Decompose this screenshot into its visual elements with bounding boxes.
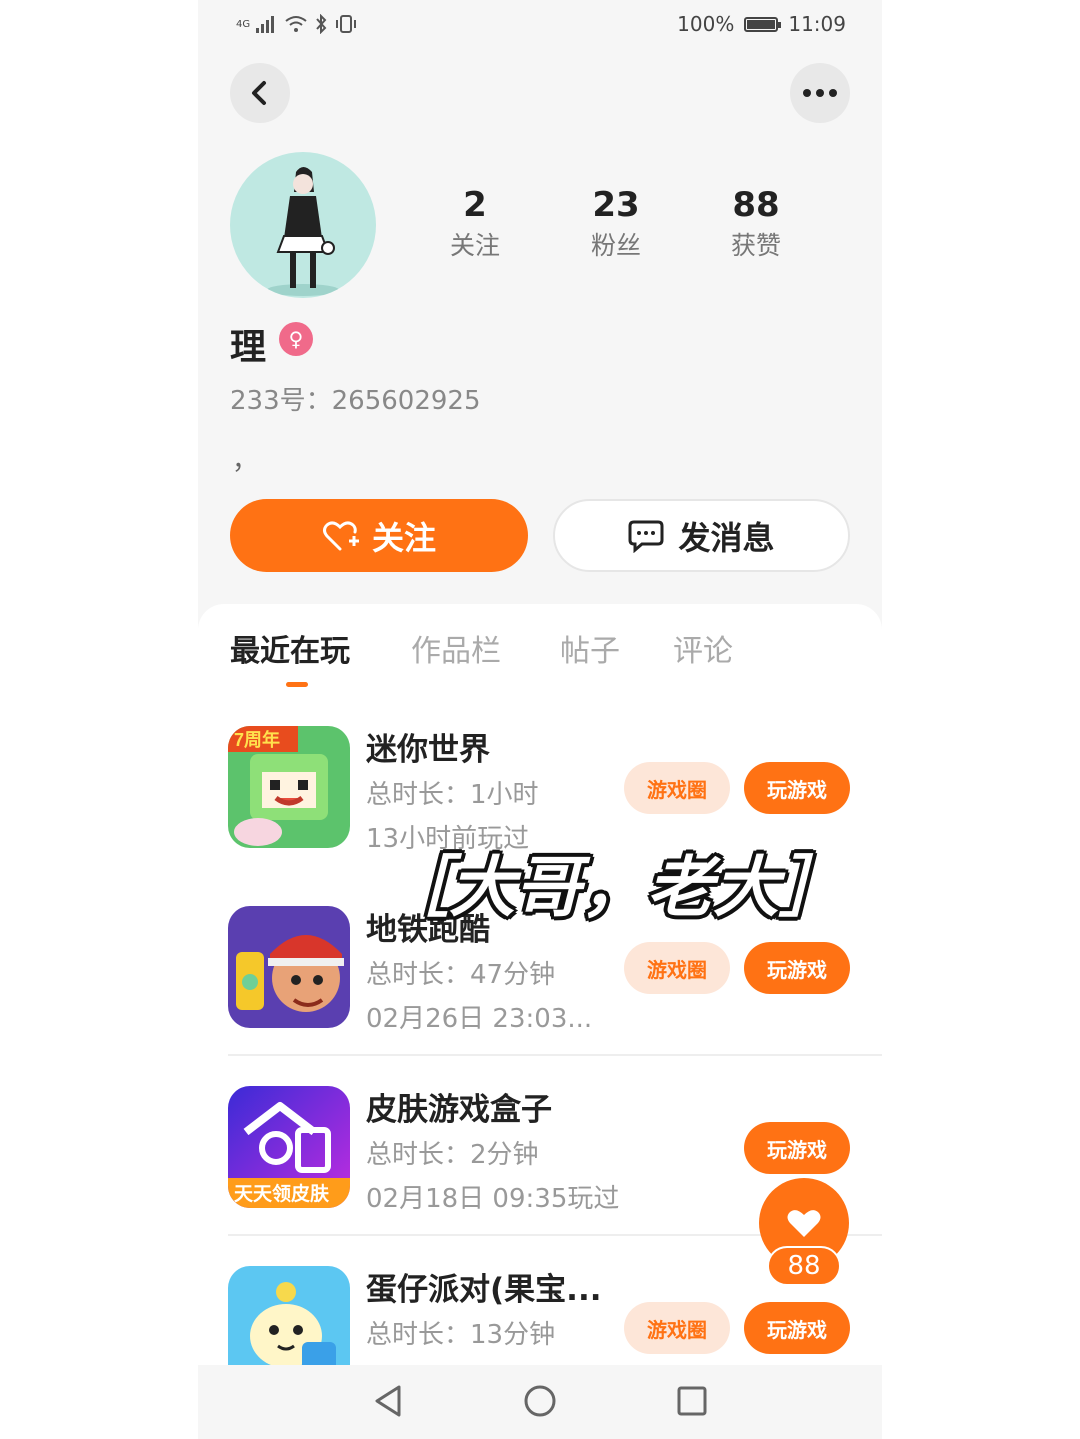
- user-id: 233号：265602925: [230, 386, 481, 416]
- play-game-button[interactable]: 玩游戏: [744, 942, 850, 994]
- game-name: 蛋仔派对(果宝...: [366, 1272, 602, 1308]
- stat-following[interactable]: 2 关注: [425, 184, 525, 266]
- more-dots-icon: [803, 89, 837, 97]
- play-game-button[interactable]: 玩游戏: [744, 1122, 850, 1174]
- nav-home-circle-icon: [524, 1385, 556, 1417]
- more-button[interactable]: [790, 63, 850, 123]
- stat-likes[interactable]: 88 获赞: [706, 184, 806, 266]
- game-circle-button[interactable]: 游戏圈: [624, 1302, 730, 1354]
- follow-label: 关注: [371, 518, 436, 557]
- play-game-button[interactable]: 玩游戏: [744, 1302, 850, 1354]
- signal-icon: [256, 16, 275, 33]
- game-circle-button[interactable]: 游戏圈: [624, 942, 730, 994]
- like-count-badge: 88: [767, 1246, 841, 1286]
- network-label: 4G: [236, 18, 251, 30]
- stat-value: 23: [592, 185, 640, 225]
- status-bar: 4G 100% 11:09: [198, 0, 882, 52]
- clock: 11:09: [788, 12, 846, 36]
- vibrate-icon: [336, 15, 357, 33]
- stat-value: 88: [732, 185, 780, 225]
- svg-text:7周年: 7周年: [234, 729, 280, 750]
- avatar-character-image: [267, 167, 339, 296]
- play-game-button[interactable]: 玩游戏: [744, 762, 850, 814]
- back-button[interactable]: [230, 63, 290, 123]
- stat-label: 关注: [449, 231, 500, 260]
- bluetooth-icon: [316, 14, 327, 34]
- svg-text:天天领皮肤: 天天领皮肤: [234, 1182, 330, 1205]
- divider: [228, 1054, 882, 1056]
- tab-works[interactable]: 作品栏: [411, 626, 501, 670]
- stat-fans[interactable]: 23 粉丝: [566, 184, 666, 266]
- game-last-played: 02月18日 09:35玩过: [366, 1184, 620, 1214]
- heart-plus-icon: [322, 520, 359, 550]
- nav-back-button[interactable]: [366, 1379, 410, 1423]
- game-name: 皮肤游戏盒子: [366, 1092, 552, 1128]
- game-duration: 总时长：2分钟: [366, 1140, 539, 1170]
- caption-overlay: ［大哥，老大］: [383, 848, 845, 926]
- tab-indicator: [286, 682, 308, 687]
- game-circle-button[interactable]: 游戏圈: [624, 762, 730, 814]
- game-icon-skin-box: 天天领皮肤: [228, 1086, 350, 1208]
- battery-level: [747, 19, 776, 29]
- game-name: 迷你世界: [366, 732, 490, 768]
- nav-recents-button[interactable]: [670, 1379, 714, 1423]
- follow-button[interactable]: 关注: [230, 499, 528, 572]
- game-duration: 总时长：1小时: [366, 780, 539, 810]
- female-gender-icon: ♀: [279, 322, 313, 356]
- avatar[interactable]: [230, 152, 376, 298]
- mini-world-app-icon: 7周年: [228, 726, 350, 848]
- stat-label: 获赞: [730, 231, 781, 260]
- user-bio: ，: [232, 446, 259, 476]
- nav-recents-square-icon: [677, 1386, 707, 1416]
- content-panel: 最近在玩 作品栏 帖子 评论 7周年 迷你世界 总时长：1小时 13小时前玩过 …: [198, 604, 882, 1439]
- back-arrow-icon: [252, 81, 266, 105]
- battery-percent: 100%: [677, 12, 735, 36]
- stat-label: 粉丝: [590, 231, 641, 260]
- system-nav-bar: [198, 1365, 882, 1439]
- wifi-icon: [285, 16, 307, 32]
- game-icon-subway-surfers: [228, 906, 350, 1028]
- chat-bubble-icon: [628, 520, 664, 553]
- user-name: 理: [230, 327, 267, 368]
- battery-icon: [744, 16, 782, 32]
- tab-bar: 最近在玩 作品栏 帖子 评论: [198, 604, 882, 694]
- message-label: 发消息: [678, 518, 775, 557]
- nav-home-button[interactable]: [518, 1379, 562, 1423]
- game-last-played: 02月26日 23:03...: [366, 1004, 593, 1034]
- tab-recent-play[interactable]: 最近在玩: [230, 626, 350, 670]
- tab-posts[interactable]: 帖子: [560, 626, 620, 670]
- send-message-button[interactable]: 发消息: [553, 499, 850, 572]
- subway-surfers-app-icon: [228, 906, 350, 1028]
- game-duration: 总时长：13分钟: [366, 1320, 556, 1350]
- skin-box-app-icon: 天天领皮肤: [228, 1086, 350, 1208]
- heart-icon: [787, 1210, 821, 1237]
- game-duration: 总时长：47分钟: [366, 960, 556, 990]
- tab-comments[interactable]: 评论: [673, 626, 733, 670]
- game-icon-mini-world: 7周年: [228, 726, 350, 848]
- nav-back-triangle-icon: [375, 1385, 401, 1417]
- stat-value: 2: [463, 185, 487, 225]
